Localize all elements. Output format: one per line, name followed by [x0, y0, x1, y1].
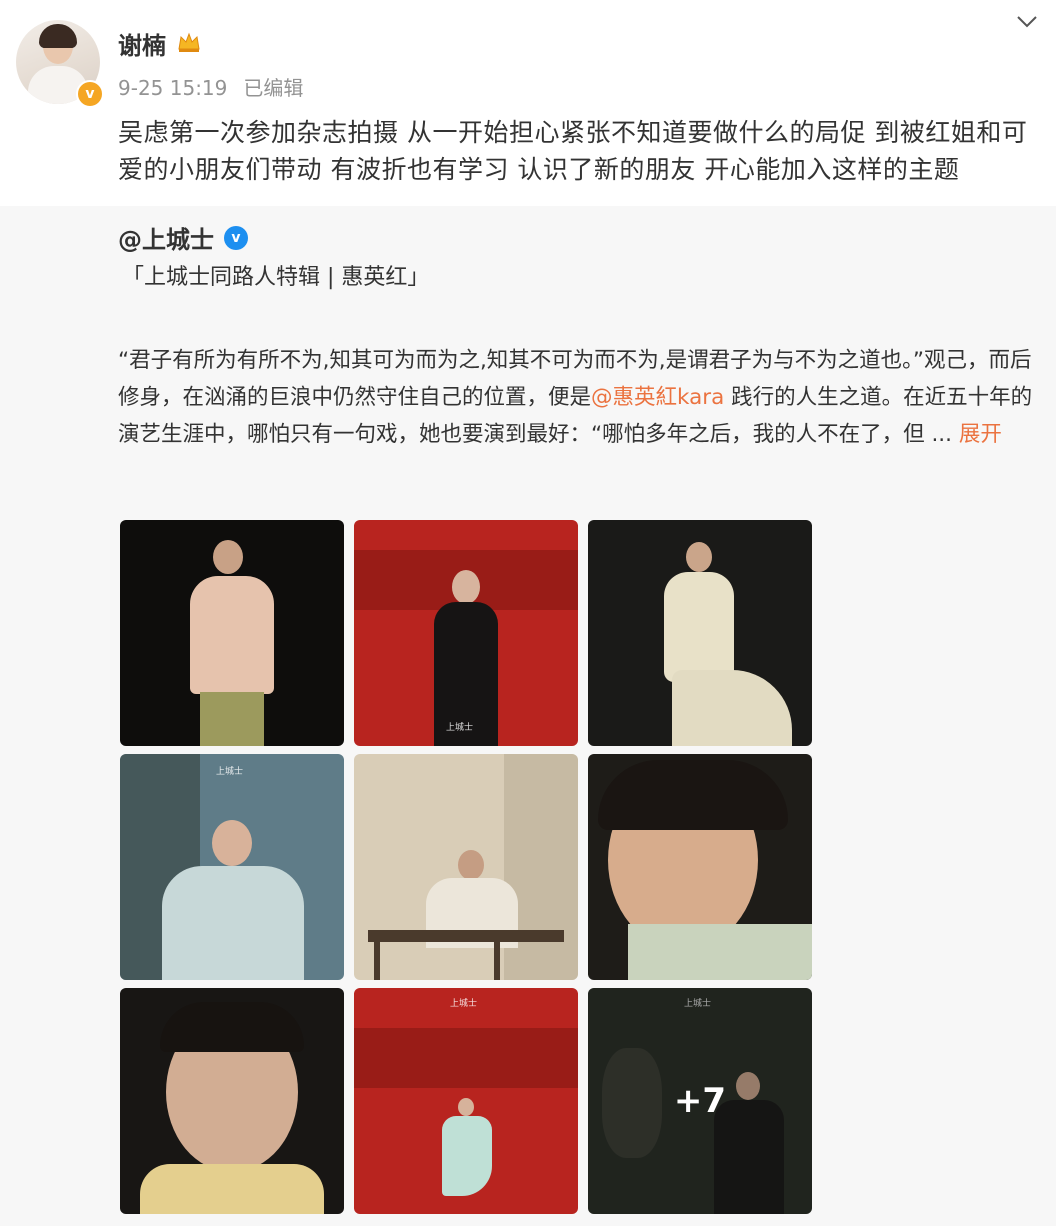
grid-image-2[interactable]: 上城士: [354, 520, 578, 746]
repost-verified-badge: v: [224, 226, 248, 250]
magazine-watermark: 上城士: [216, 767, 244, 777]
magazine-watermark: 上城士: [446, 723, 474, 733]
chevron-down-icon[interactable]: [1015, 12, 1039, 32]
grid-image-5[interactable]: [354, 754, 578, 980]
edited-label[interactable]: 已编辑: [243, 76, 303, 100]
repost-title: 「上城士同路人特辑 | 惠英红」: [122, 265, 430, 290]
verified-badge: v: [76, 80, 104, 108]
expand-link[interactable]: 展开: [959, 422, 1002, 447]
grid-image-8[interactable]: 上城士: [354, 988, 578, 1214]
grid-image-4[interactable]: 上城士: [120, 754, 344, 980]
crown-icon: [178, 32, 200, 52]
grid-image-9[interactable]: 上城士 +7: [588, 988, 812, 1214]
magazine-watermark: 上城士: [450, 999, 478, 1009]
grid-image-6[interactable]: [588, 754, 812, 980]
grid-image-3[interactable]: [588, 520, 812, 746]
grid-image-7[interactable]: [120, 988, 344, 1214]
grid-image-1[interactable]: [120, 520, 344, 746]
repost-body: “君子有所为有所不为,知其可为而为之,知其不可为而不为,是谓君子为与不为之道也。…: [118, 342, 1043, 453]
image-grid: 上城士 上城士 上城士 上城士 +7: [120, 520, 812, 1214]
post-text: 吴虑第一次参加杂志拍摄 从一开始担心紧张不知道要做什么的局促 到被红姐和可爱的小…: [118, 118, 1028, 184]
more-images-overlay[interactable]: +7: [588, 988, 812, 1214]
weibo-post: v 谢楠 9-25 15:19 已编辑 吴虑第一次参加杂志拍摄 从一开始担心紧张不…: [0, 0, 1056, 1226]
post-timestamp[interactable]: 9-25 15:19: [118, 76, 227, 100]
mention-link[interactable]: @惠英紅kara: [591, 385, 724, 410]
post-meta: 9-25 15:19 已编辑: [118, 72, 319, 101]
repost-author[interactable]: @上城士: [118, 220, 214, 255]
author-name[interactable]: 谢楠: [118, 26, 166, 61]
